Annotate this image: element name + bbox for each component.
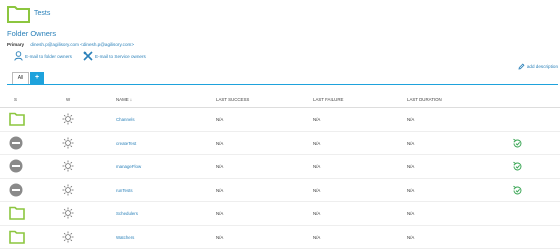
disabled-icon [9, 136, 23, 151]
disabled-icon [9, 183, 23, 198]
job-name-link[interactable]: Channels [116, 117, 135, 122]
header-last-duration[interactable]: LAST DURATION [407, 97, 442, 102]
primary-label: Primary [7, 42, 25, 47]
last-success-cell: N/A [216, 234, 224, 240]
job-name-link[interactable]: manageFlow [116, 164, 141, 169]
last-failure-cell: N/A [313, 234, 321, 240]
folder-icon [9, 230, 25, 245]
primary-owner-row: Primary dinesh.p@agilisory.com <dinesh.p… [7, 42, 134, 47]
last-duration-cell: N/A [407, 187, 415, 193]
tab-all[interactable]: All [12, 72, 29, 84]
last-duration-cell: N/A [407, 234, 415, 240]
primary-owner-link[interactable]: dinesh.p@agilisory.com <dinesh.p@agiliso… [30, 42, 134, 47]
job-name-link[interactable]: createTest [116, 141, 136, 146]
email-folder-owners-label: E-mail to folder owners [25, 53, 72, 59]
last-success-cell: N/A [216, 140, 224, 146]
job-name-link[interactable]: Watchers [116, 235, 134, 240]
job-name-link[interactable]: runTests [116, 188, 133, 193]
sun-weather-icon [62, 207, 74, 220]
sun-weather-icon [62, 160, 74, 173]
schedule-build-icon[interactable] [512, 161, 523, 173]
schedule-build-icon[interactable] [512, 185, 523, 197]
sun-weather-icon [62, 113, 74, 126]
last-duration-cell: N/A [407, 140, 415, 146]
header-status[interactable]: S [14, 97, 17, 102]
email-service-owners-link[interactable]: E-mail to Service owners [83, 51, 146, 61]
folder-owners-title: Folder Owners [7, 29, 57, 38]
last-duration-cell: N/A [407, 164, 415, 169]
last-failure-cell: N/A [313, 211, 321, 216]
table-header: S W NAME ↓ LAST SUCCESS LAST FAILURE LAS… [0, 91, 560, 108]
add-description-link[interactable]: add description [518, 63, 558, 70]
email-actions: E-mail to folder owners E-mail to Servic… [14, 51, 157, 61]
last-failure-cell: N/A [313, 117, 321, 122]
last-failure-cell: N/A [313, 140, 321, 146]
view-tabs: All + [12, 72, 44, 84]
sun-weather-icon [62, 231, 74, 244]
person-icon [14, 51, 23, 61]
table-row: Schedulers N/A N/A N/A [0, 202, 560, 226]
table-row: Watchers N/A N/A N/A [0, 226, 560, 249]
disabled-icon [9, 159, 23, 174]
pencil-icon [518, 63, 525, 70]
last-duration-cell: N/A [407, 211, 415, 216]
last-success-cell: N/A [216, 187, 224, 193]
schedule-build-icon[interactable] [512, 138, 523, 150]
table-row: manageFlow N/A N/A N/A [0, 155, 560, 179]
table-row: runTests N/A N/A N/A [0, 179, 560, 202]
last-duration-cell: N/A [407, 117, 415, 122]
sun-weather-icon [62, 137, 74, 150]
table-row: createTest N/A N/A N/A [0, 132, 560, 155]
last-success-cell: N/A [216, 211, 224, 216]
last-success-cell: N/A [216, 117, 224, 122]
last-success-cell: N/A [216, 164, 224, 169]
page-title: Tests [34, 10, 51, 17]
add-view-tab[interactable]: + [30, 72, 44, 84]
add-description-label: add description [526, 64, 558, 69]
table-body: Channels N/A N/A N/A createTest N/A N/A … [0, 108, 560, 249]
last-failure-cell: N/A [313, 187, 321, 193]
jobs-table: S W NAME ↓ LAST SUCCESS LAST FAILURE LAS… [0, 91, 560, 249]
email-service-owners-label: E-mail to Service owners [94, 53, 146, 59]
folder-icon [9, 112, 25, 127]
email-folder-owners-link[interactable]: E-mail to folder owners [14, 51, 72, 61]
header-folder-icon [7, 5, 30, 23]
last-failure-cell: N/A [313, 164, 321, 169]
tab-divider [7, 84, 558, 85]
header-last-success[interactable]: LAST SUCCESS [216, 97, 249, 102]
header-last-failure[interactable]: LAST FAILURE [313, 97, 343, 102]
header-weather[interactable]: W [66, 97, 70, 102]
folder-icon [9, 206, 25, 221]
header-name[interactable]: NAME ↓ [116, 97, 132, 102]
wrench-icon [83, 51, 93, 61]
table-row: Channels N/A N/A N/A [0, 108, 560, 132]
sun-weather-icon [62, 184, 74, 197]
job-name-link[interactable]: Schedulers [116, 211, 138, 216]
